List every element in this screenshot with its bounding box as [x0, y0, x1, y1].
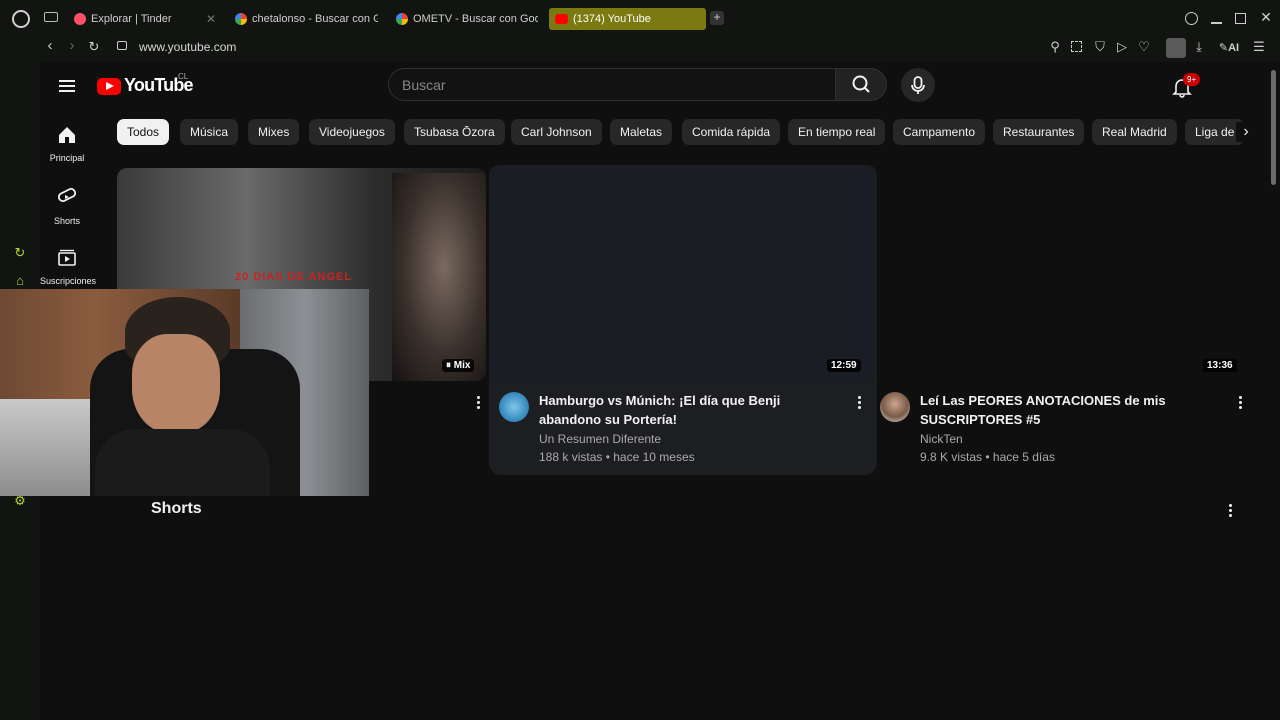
- shorts-heading: Shorts: [151, 500, 202, 517]
- page-scrollbar[interactable]: [1271, 70, 1276, 185]
- channel-avatar[interactable]: [499, 392, 529, 422]
- guide-menu-button[interactable]: [59, 77, 75, 95]
- chip-comida-rapida[interactable]: Comida rápida: [682, 119, 781, 145]
- guide-item-suscripciones[interactable]: Suscripciones: [40, 249, 97, 286]
- chevron-right-icon[interactable]: ›: [1236, 122, 1256, 142]
- chip-todos[interactable]: Todos: [117, 119, 170, 145]
- voice-search-button[interactable]: [901, 68, 935, 102]
- google-favicon-icon: [396, 13, 408, 25]
- search-tabs-icon[interactable]: [1185, 12, 1198, 25]
- chip-maletas[interactable]: Maletas: [610, 119, 673, 145]
- opera-logo-icon[interactable]: [12, 10, 30, 28]
- chip-carl-johnson[interactable]: Carl Johnson: [511, 119, 602, 145]
- video-meta: 188 k vistas • hace 10 meses: [539, 450, 695, 464]
- restore-icon[interactable]: [1235, 13, 1246, 24]
- tab-manager-icon[interactable]: [44, 12, 58, 22]
- youtube-favicon-icon: [555, 14, 568, 24]
- search-icon: [852, 75, 870, 93]
- minimize-icon[interactable]: [1211, 22, 1222, 24]
- chip-mixes[interactable]: Mixes: [248, 119, 300, 145]
- adblock-shield-icon[interactable]: ⛉: [1094, 40, 1106, 54]
- webcam-overlay: [0, 289, 369, 496]
- chip-tsubasa[interactable]: Tsubasa Ōzora: [404, 119, 505, 145]
- subscriptions-icon: [58, 249, 76, 266]
- download-icon[interactable]: ⤓: [1193, 40, 1205, 54]
- chip-en-tiempo-real[interactable]: En tiempo real: [788, 119, 886, 145]
- video-duration: 13:36: [1203, 359, 1237, 372]
- video-thumbnail-hamburgo[interactable]: 12:59: [489, 165, 877, 381]
- ai-button[interactable]: ✎AI: [1216, 41, 1242, 55]
- settings-icon[interactable]: ⚙: [12, 494, 28, 508]
- chip-campamento[interactable]: Campamento: [893, 119, 986, 145]
- webcam-person-shirt: [95, 429, 270, 496]
- video-menu-button[interactable]: [858, 394, 862, 411]
- guide-label: Principal: [49, 153, 85, 163]
- ai-label: AI: [1228, 42, 1240, 54]
- video-duration: 12:59: [827, 359, 861, 372]
- tab-google-chetalonso[interactable]: chetalonso - Buscar con G: [235, 8, 378, 30]
- bookmark-heart-icon[interactable]: ♡: [1138, 40, 1150, 54]
- video-meta: 9.8 K vistas • hace 5 días: [920, 450, 1055, 464]
- tab-title: chetalonso - Buscar con G: [252, 13, 378, 25]
- region-code: CL: [178, 72, 189, 81]
- guide-label: Shorts: [53, 216, 80, 226]
- tinder-favicon-icon: [74, 13, 86, 25]
- lock-icon[interactable]: [117, 41, 127, 50]
- thumbnail-text: 20 DIAS DE ANGEL: [235, 271, 353, 283]
- url-text[interactable]: www.youtube.com: [139, 40, 236, 54]
- channel-avatar[interactable]: [880, 392, 910, 422]
- reload-icon[interactable]: ↻: [88, 40, 100, 54]
- back-icon[interactable]: ‹: [44, 38, 56, 53]
- close-tab-icon[interactable]: ✕: [206, 12, 216, 26]
- channel-name[interactable]: NickTen: [920, 430, 963, 448]
- chip-restaurantes[interactable]: Restaurantes: [993, 119, 1085, 145]
- tab-title: (1374) YouTube: [573, 13, 651, 25]
- google-favicon-icon: [235, 13, 247, 25]
- webcam-person-face: [132, 334, 220, 434]
- chip-videojuegos[interactable]: Videojuegos: [309, 119, 395, 145]
- close-window-icon[interactable]: ✕: [1259, 10, 1273, 24]
- thumbnail-face: [392, 173, 486, 381]
- forward-icon[interactable]: ›: [66, 38, 78, 53]
- search-box: [388, 68, 836, 101]
- extension-icon[interactable]: ⌂: [12, 274, 28, 288]
- youtube-logo-icon[interactable]: [97, 78, 121, 95]
- guide-label: Suscripciones: [40, 276, 97, 286]
- history-icon[interactable]: ↻: [12, 246, 28, 260]
- home-icon: [59, 127, 75, 143]
- tab-youtube[interactable]: (1374) YouTube: [549, 8, 706, 30]
- video-menu-button[interactable]: [1239, 394, 1243, 411]
- video-thumbnail-nickten[interactable]: 13:36: [880, 165, 1245, 381]
- tab-title: OMETV - Buscar con Goo: [413, 13, 538, 25]
- chip-real-madrid[interactable]: Real Madrid: [1092, 119, 1177, 145]
- tab-tinder[interactable]: Explorar | Tinder: [74, 8, 214, 30]
- search-button[interactable]: [835, 68, 887, 101]
- guide-item-shorts[interactable]: Shorts: [40, 187, 94, 226]
- chip-musica[interactable]: Música: [180, 119, 239, 145]
- tab-google-ometv[interactable]: OMETV - Buscar con Goo: [396, 8, 538, 30]
- snapshot-icon[interactable]: [1071, 41, 1082, 52]
- video-menu-button[interactable]: [477, 394, 481, 411]
- new-tab-button[interactable]: +: [710, 11, 724, 25]
- easy-setup-icon[interactable]: ☰: [1253, 40, 1265, 54]
- video-title[interactable]: Leí Las PEORES ANOTACIONES de mis SUSCRI…: [920, 391, 1220, 429]
- player-icon[interactable]: ▷: [1116, 40, 1128, 54]
- mix-badge: ⏸ Mix: [442, 359, 475, 372]
- pin-icon[interactable]: ⚲: [1049, 40, 1061, 54]
- browser-tab-bar: Explorar | Tinder ✕ chetalonso - Buscar …: [0, 0, 1280, 36]
- channel-name[interactable]: Un Resumen Diferente: [539, 430, 661, 448]
- microphone-icon: [911, 76, 925, 94]
- guide-item-principal[interactable]: Principal: [40, 126, 94, 163]
- tab-title: Explorar | Tinder: [91, 13, 172, 25]
- profile-avatar[interactable]: [1166, 38, 1186, 58]
- shorts-menu-button[interactable]: [1229, 502, 1233, 519]
- shorts-icon: [58, 188, 76, 202]
- mix-label: Mix: [453, 360, 471, 371]
- video-title[interactable]: Hamburgo vs Múnich: ¡El día que Benji ab…: [539, 391, 839, 429]
- search-input[interactable]: [402, 77, 802, 93]
- notification-badge: 9+: [1183, 73, 1201, 86]
